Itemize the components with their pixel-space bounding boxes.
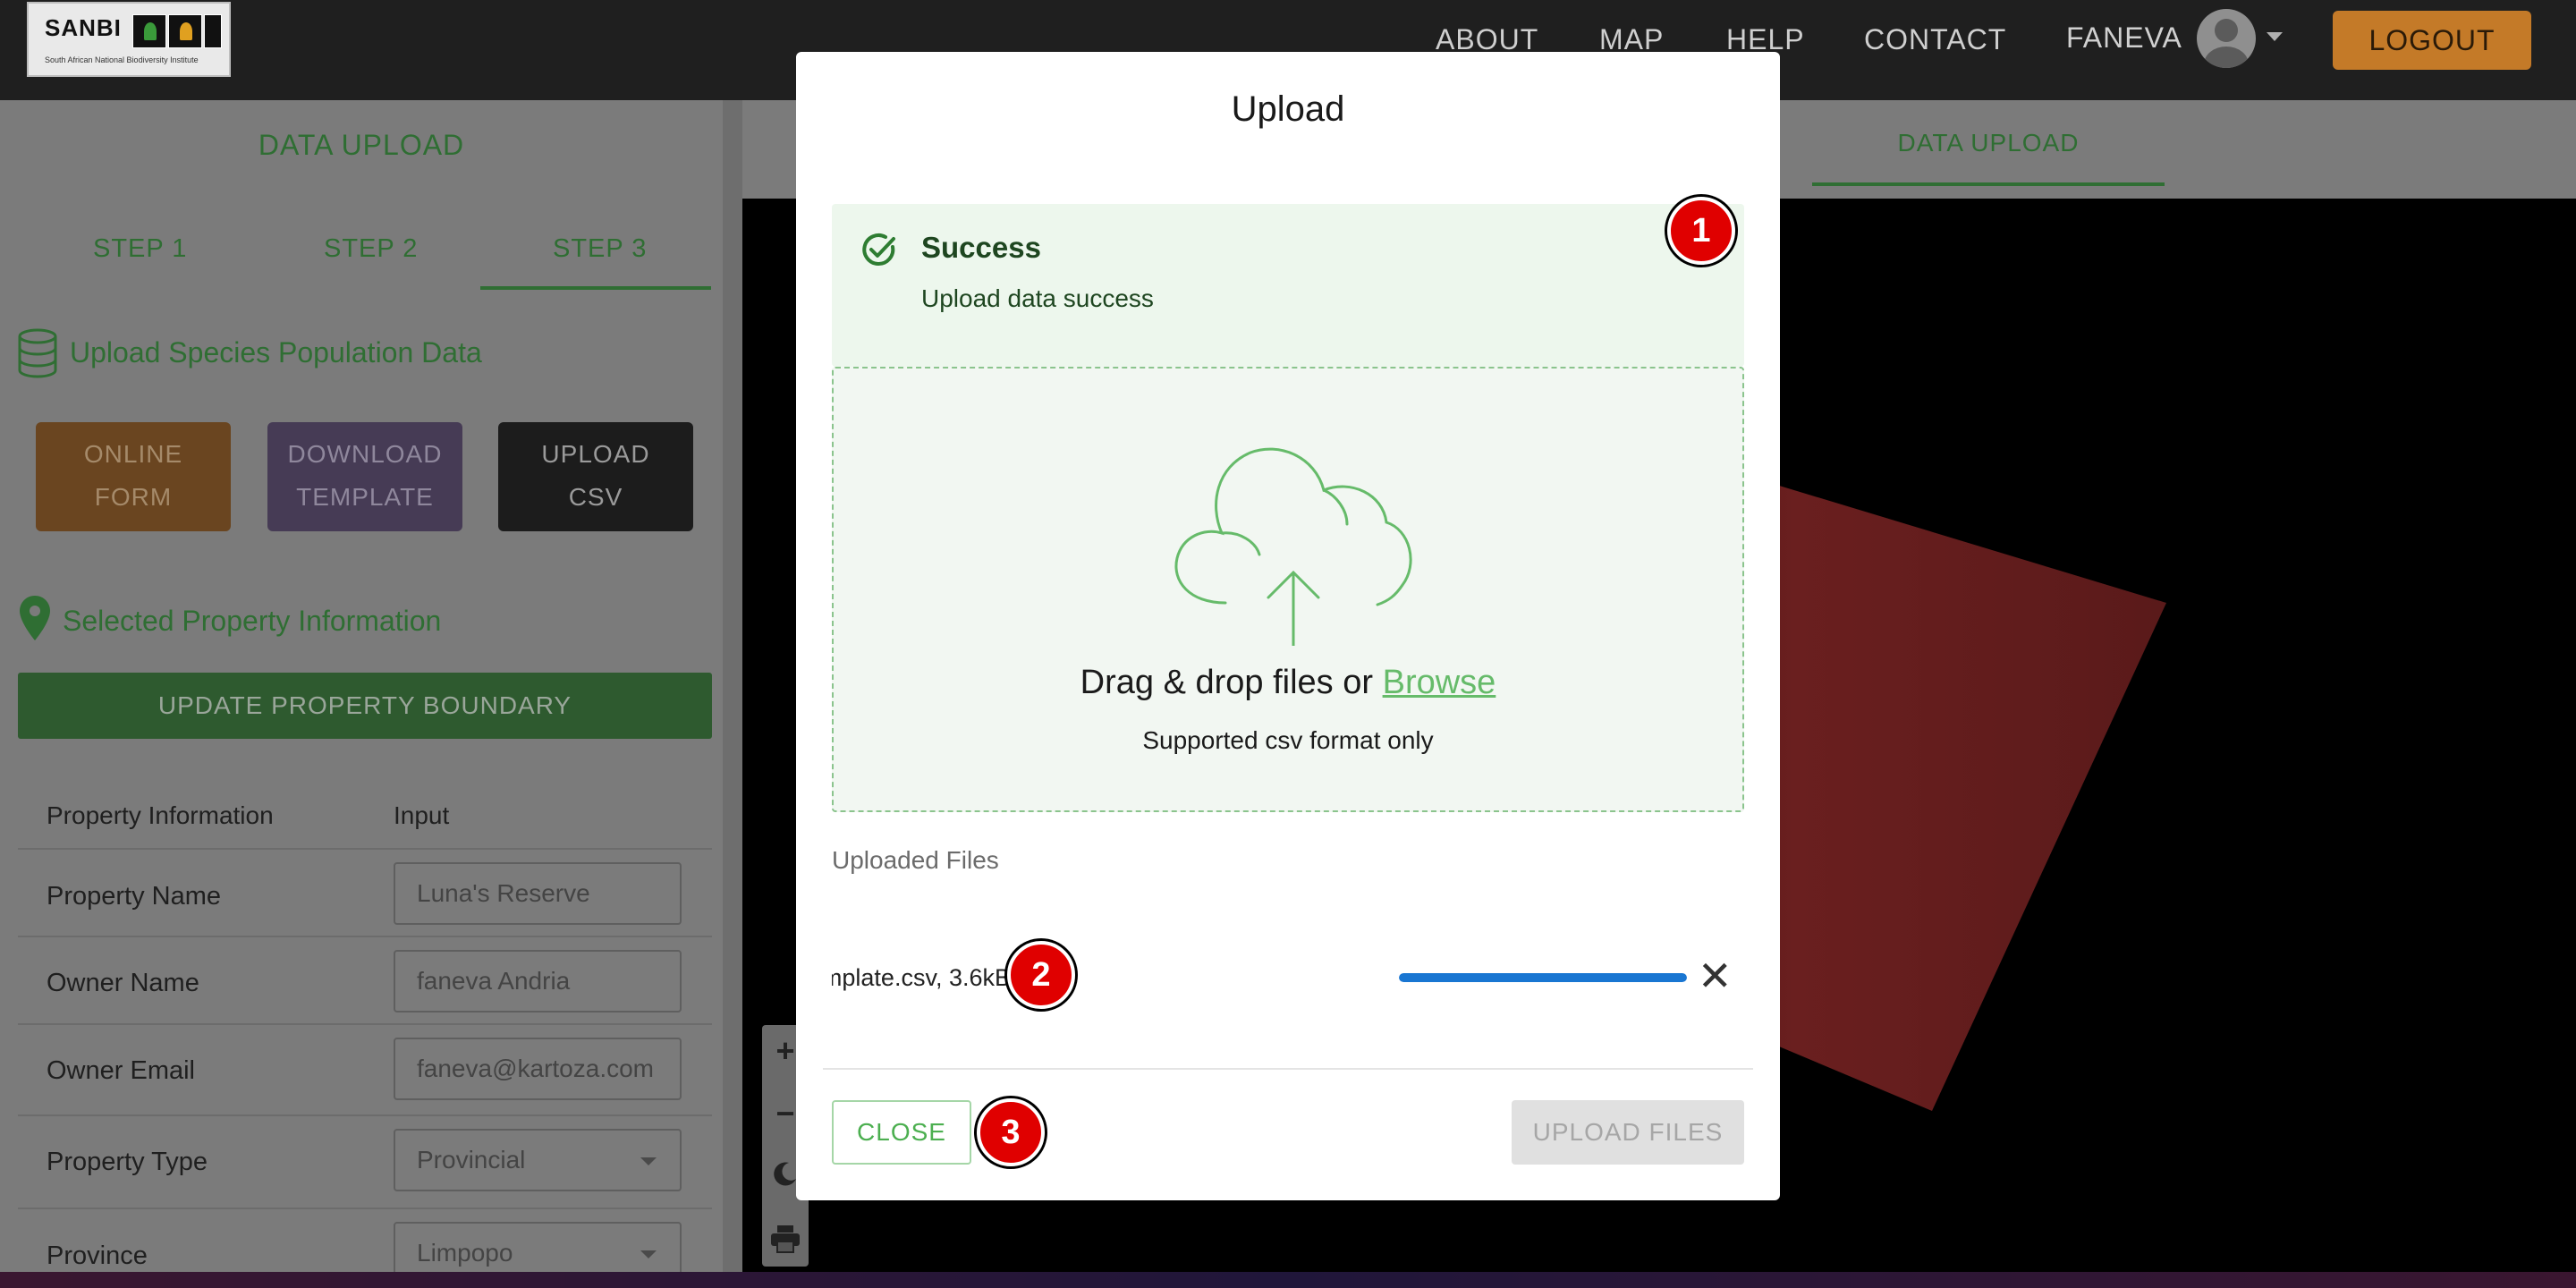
- download-template-label-2: TEMPLATE: [296, 483, 434, 511]
- upload-csv-label-1: UPLOAD: [541, 440, 650, 468]
- callout-badge-2: 2: [1007, 941, 1075, 1009]
- logout-button[interactable]: LOGOUT: [2333, 11, 2531, 70]
- logo-tile-icon: [132, 14, 166, 48]
- check-circle-icon: [862, 233, 895, 266]
- table-divider: [18, 936, 712, 937]
- upload-csv-button[interactable]: UPLOAD CSV: [498, 422, 693, 531]
- tab-data-upload[interactable]: DATA UPLOAD: [1812, 129, 2165, 157]
- user-avatar-icon[interactable]: [2197, 9, 2256, 68]
- nav-contact[interactable]: CONTACT: [1864, 23, 2006, 56]
- alert-message: Upload data success: [921, 284, 1154, 312]
- selected-property-heading: Selected Property Information: [63, 605, 442, 637]
- uploaded-file-name: template.csv, 3.6kB: [832, 964, 1011, 992]
- row-label-owner-name: Owner Name: [47, 969, 199, 997]
- sanbi-logo[interactable]: SANBI South African National Biodiversit…: [27, 2, 231, 77]
- callout-badge-3: 3: [977, 1098, 1045, 1166]
- download-template-button[interactable]: DOWNLOAD TEMPLATE: [267, 422, 462, 531]
- upload-progress-fill: [1399, 973, 1687, 982]
- chevron-down-icon: [640, 1157, 657, 1165]
- logo-tile-icon: [204, 14, 222, 48]
- upload-files-button[interactable]: UPLOAD FILES: [1512, 1100, 1744, 1165]
- upload-species-heading: Upload Species Population Data: [70, 336, 482, 369]
- tab-step-3[interactable]: STEP 3: [553, 234, 647, 264]
- row-label-property-name: Property Name: [47, 882, 222, 911]
- table-divider: [18, 1023, 712, 1025]
- table-divider: [18, 1114, 712, 1116]
- online-form-label-1: ONLINE: [83, 440, 183, 468]
- property-name-input[interactable]: Luna's Reserve: [394, 862, 682, 925]
- uploaded-files-label: Uploaded Files: [832, 846, 999, 874]
- property-type-value: Provincial: [417, 1146, 526, 1174]
- active-step-indicator: [480, 286, 711, 290]
- dropzone-prompt: Drag & drop files or: [1080, 664, 1383, 701]
- uploaded-file-text: template.csv, 3.6kB: [832, 964, 1011, 991]
- tab-step-1[interactable]: STEP 1: [93, 234, 187, 264]
- database-icon: [18, 328, 57, 378]
- logo-tile-icon: [168, 14, 202, 48]
- logo-brand: SANBI: [45, 14, 122, 41]
- modal-title: Upload: [1231, 89, 1345, 129]
- tab-step-2[interactable]: STEP 2: [324, 234, 418, 264]
- upload-csv-label-2: CSV: [568, 483, 623, 511]
- alert-title: Success: [921, 231, 1041, 264]
- online-form-label-2: FORM: [94, 483, 173, 511]
- table-divider: [18, 1208, 712, 1209]
- cloud-upload-icon: [1174, 447, 1412, 646]
- user-menu-caret-icon[interactable]: [2267, 32, 2283, 41]
- province-value: Limpopo: [417, 1239, 513, 1267]
- row-label-province: Province: [47, 1241, 148, 1270]
- modal-footer-divider: [823, 1068, 1753, 1070]
- online-form-button[interactable]: ONLINE FORM: [36, 422, 231, 531]
- map-pin-icon: [20, 596, 50, 640]
- table-divider: [18, 848, 712, 850]
- upload-modal: Upload Success Upload data success Drag …: [796, 52, 1780, 1200]
- close-button[interactable]: CLOSE: [832, 1100, 971, 1165]
- logo-subtitle: South African National Biodiversity Inst…: [45, 55, 199, 64]
- browse-link[interactable]: Browse: [1383, 664, 1496, 701]
- print-icon[interactable]: [769, 1224, 801, 1254]
- dropzone-text: Drag & drop files or Browse: [834, 664, 1742, 702]
- user-name[interactable]: FANEVA: [2066, 21, 2182, 55]
- bottom-strip: [0, 1272, 2576, 1288]
- dropzone-hint: Supported csv format only: [1142, 726, 1434, 754]
- owner-email-input[interactable]: faneva@kartoza.com: [394, 1038, 682, 1100]
- remove-file-icon[interactable]: ✕: [1698, 955, 1733, 996]
- owner-name-input[interactable]: faneva Andria: [394, 950, 682, 1013]
- table-header-property-info: Property Information: [47, 801, 274, 829]
- left-panel-title: DATA UPLOAD: [258, 129, 465, 161]
- property-type-select[interactable]: Provincial: [394, 1129, 682, 1191]
- download-template-label-1: DOWNLOAD: [287, 440, 443, 468]
- success-alert: Success Upload data success: [832, 204, 1744, 367]
- table-header-input: Input: [394, 801, 450, 829]
- row-label-property-type: Property Type: [47, 1148, 208, 1176]
- upload-progress-bar: [1399, 973, 1687, 982]
- chevron-down-icon: [640, 1250, 657, 1258]
- file-dropzone[interactable]: Drag & drop files or Browse Supported cs…: [832, 367, 1744, 812]
- update-property-boundary-button[interactable]: UPDATE PROPERTY BOUNDARY: [18, 673, 712, 739]
- row-label-owner-email: Owner Email: [47, 1056, 195, 1085]
- active-tab-indicator: [1812, 182, 2165, 186]
- panel-divider[interactable]: [723, 100, 742, 1288]
- callout-badge-1: 1: [1667, 197, 1735, 265]
